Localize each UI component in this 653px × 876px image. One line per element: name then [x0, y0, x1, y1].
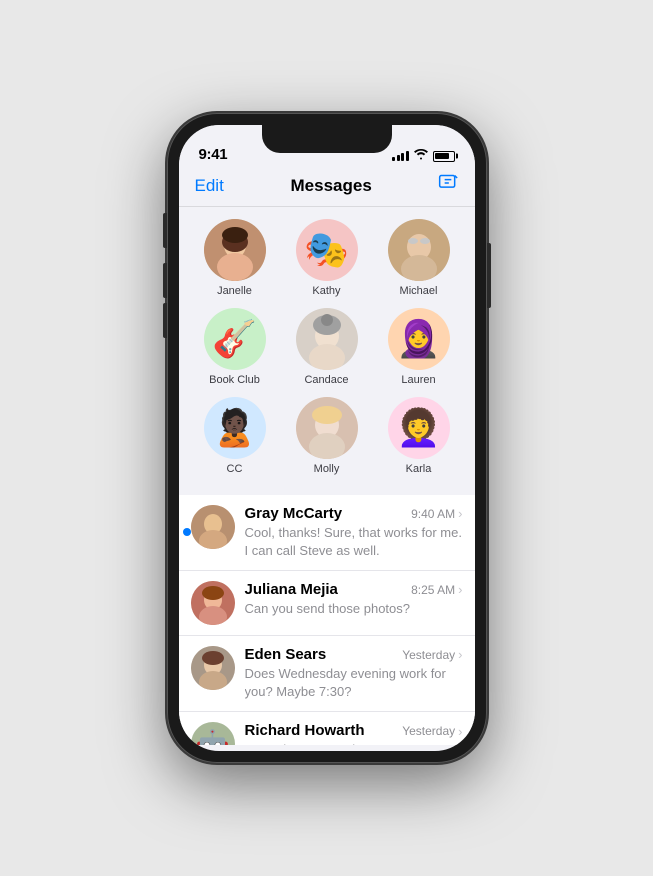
- scroll-content[interactable]: Janelle 🎭 Kathy: [179, 207, 475, 745]
- message-content-richard: Richard Howarth Yesterday › Wow, that's …: [245, 722, 463, 745]
- page-title: Messages: [291, 176, 372, 196]
- pinned-contact-molly[interactable]: Molly: [291, 397, 363, 476]
- message-item-gray[interactable]: Gray McCarty 9:40 AM › Cool, thanks! Sur…: [179, 495, 475, 571]
- message-list: Gray McCarty 9:40 AM › Cool, thanks! Sur…: [179, 495, 475, 745]
- avatar-gray: [191, 505, 235, 549]
- message-item-richard[interactable]: 🤖 Richard Howarth Yesterday › Wow, that'…: [179, 712, 475, 745]
- avatar-michael: [388, 219, 450, 281]
- pinned-name-bookclub: Book Club: [209, 374, 260, 387]
- pinned-name-kathy: Kathy: [312, 285, 340, 298]
- avatar-karla: 👩‍🦱: [388, 397, 450, 459]
- message-time-gray: 9:40 AM ›: [411, 506, 462, 521]
- battery-icon: [433, 151, 455, 162]
- nav-bar: Edit Messages: [179, 169, 475, 207]
- chevron-richard: ›: [458, 724, 462, 739]
- message-content-eden: Eden Sears Yesterday › Does Wednesday ev…: [245, 646, 463, 701]
- pinned-name-cc: CC: [227, 463, 243, 476]
- sender-name-juliana: Juliana Mejia: [245, 581, 338, 598]
- chevron-eden: ›: [458, 647, 462, 662]
- avatar-juliana: [191, 581, 235, 625]
- phone-frame: 9:41: [167, 113, 487, 763]
- message-header-juliana: Juliana Mejia 8:25 AM ›: [245, 581, 463, 598]
- phone-screen: 9:41: [179, 125, 475, 751]
- avatar-bookclub: 🎸: [204, 308, 266, 370]
- message-preview-gray: Cool, thanks! Sure, that works for me. I…: [245, 524, 463, 560]
- message-preview-richard: Wow, that's so cool!: [245, 741, 463, 745]
- pinned-contact-michael[interactable]: Michael: [383, 219, 455, 298]
- avatar-molly: [296, 397, 358, 459]
- message-preview-juliana: Can you send those photos?: [245, 600, 463, 618]
- signal-icon: [392, 151, 409, 161]
- avatar-cc: 🙎🏿: [204, 397, 266, 459]
- message-header-eden: Eden Sears Yesterday ›: [245, 646, 463, 663]
- unread-indicator: [183, 528, 191, 536]
- message-time-richard: Yesterday ›: [402, 724, 462, 739]
- avatar-richard: 🤖: [191, 722, 235, 745]
- pinned-name-karla: Karla: [406, 463, 432, 476]
- edit-button[interactable]: Edit: [195, 176, 224, 196]
- message-item-juliana[interactable]: Juliana Mejia 8:25 AM › Can you send tho…: [179, 571, 475, 636]
- pinned-name-michael: Michael: [400, 285, 438, 298]
- pinned-contact-lauren[interactable]: 🧕 Lauren: [383, 308, 455, 387]
- message-item-eden[interactable]: Eden Sears Yesterday › Does Wednesday ev…: [179, 636, 475, 712]
- pinned-contact-kathy[interactable]: 🎭 Kathy: [291, 219, 363, 298]
- message-content-juliana: Juliana Mejia 8:25 AM › Can you send tho…: [245, 581, 463, 618]
- chevron-gray: ›: [458, 506, 462, 521]
- pinned-name-lauren: Lauren: [401, 374, 435, 387]
- pinned-contact-cc[interactable]: 🙎🏿 CC: [199, 397, 271, 476]
- message-content-gray: Gray McCarty 9:40 AM › Cool, thanks! Sur…: [245, 505, 463, 560]
- message-header-gray: Gray McCarty 9:40 AM ›: [245, 505, 463, 522]
- sender-name-eden: Eden Sears: [245, 646, 327, 663]
- pinned-contact-karla[interactable]: 👩‍🦱 Karla: [383, 397, 455, 476]
- avatar-kathy: 🎭: [296, 219, 358, 281]
- notch: [262, 125, 392, 153]
- message-time-juliana: 8:25 AM ›: [411, 582, 462, 597]
- compose-button[interactable]: [438, 173, 458, 198]
- status-time: 9:41: [199, 146, 228, 163]
- pinned-contacts-section: Janelle 🎭 Kathy: [179, 207, 475, 495]
- pinned-name-molly: Molly: [314, 463, 340, 476]
- wifi-icon: [414, 149, 428, 163]
- chevron-juliana: ›: [458, 582, 462, 597]
- status-icons: [392, 149, 455, 163]
- message-preview-eden: Does Wednesday evening work for you? May…: [245, 665, 463, 701]
- message-time-eden: Yesterday ›: [402, 647, 462, 662]
- sender-name-gray: Gray McCarty: [245, 505, 343, 522]
- pinned-row-3: 🙎🏿 CC Molly: [179, 397, 475, 476]
- avatar-lauren: 🧕: [388, 308, 450, 370]
- avatar-candace: [296, 308, 358, 370]
- pinned-contact-janelle[interactable]: Janelle: [199, 219, 271, 298]
- sender-name-richard: Richard Howarth: [245, 722, 365, 739]
- pinned-name-candace: Candace: [304, 374, 348, 387]
- avatar-janelle: [204, 219, 266, 281]
- pinned-row-2: 🎸 Book Club: [179, 308, 475, 387]
- pinned-contact-candace[interactable]: Candace: [291, 308, 363, 387]
- pinned-contact-bookclub[interactable]: 🎸 Book Club: [199, 308, 271, 387]
- message-header-richard: Richard Howarth Yesterday ›: [245, 722, 463, 739]
- pinned-row-1: Janelle 🎭 Kathy: [179, 219, 475, 298]
- pinned-name-janelle: Janelle: [217, 285, 252, 298]
- avatar-eden: [191, 646, 235, 690]
